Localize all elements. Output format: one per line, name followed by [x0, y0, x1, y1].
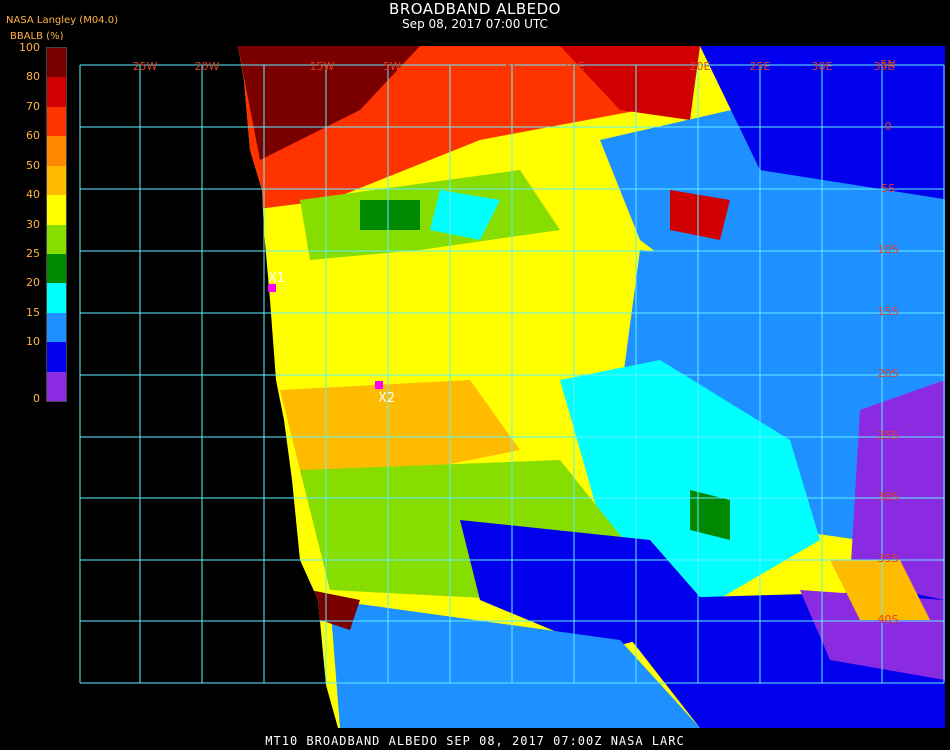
- imagery-layer: [238, 46, 945, 728]
- site-marker-label: X1: [268, 271, 285, 286]
- latitude-label: 35S: [878, 552, 899, 565]
- latitude-label: 0: [885, 120, 892, 133]
- longitude-label: 15W: [310, 60, 335, 73]
- longitude-label: 5W: [383, 60, 401, 73]
- albedo-map: 25W 20W 15W 5W 5E 10E 20E 25E 30E 35E5N05S10S15S2…: [79, 46, 945, 728]
- latitude-label: 30S: [878, 490, 899, 503]
- longitude-label: 30E: [812, 60, 833, 73]
- longitude-label: 25W: [133, 60, 158, 73]
- longitude-label: 20E: [690, 60, 711, 73]
- longitude-label: 20W: [195, 60, 220, 73]
- site-marker: [375, 381, 383, 389]
- albedo-zone: [360, 200, 420, 230]
- latitude-label: 5N: [880, 58, 895, 71]
- latitude-label: 15S: [878, 305, 899, 318]
- longitude-label: 25E: [750, 60, 771, 73]
- latitude-label: 20S: [878, 367, 899, 380]
- longitude-label: 5E: [505, 60, 519, 73]
- longitude-label: 10E: [564, 60, 585, 73]
- latitude-label: 40S: [878, 613, 899, 626]
- latitude-label: 10S: [878, 243, 899, 256]
- footer-caption: MT10 BROADBAND ALBEDO SEP 08, 2017 07:00…: [265, 734, 685, 748]
- site-marker-label: X2: [378, 391, 395, 406]
- latitude-label: 25S: [878, 429, 899, 442]
- albedo-zone: [460, 290, 620, 360]
- latitude-label: 5S: [881, 182, 895, 195]
